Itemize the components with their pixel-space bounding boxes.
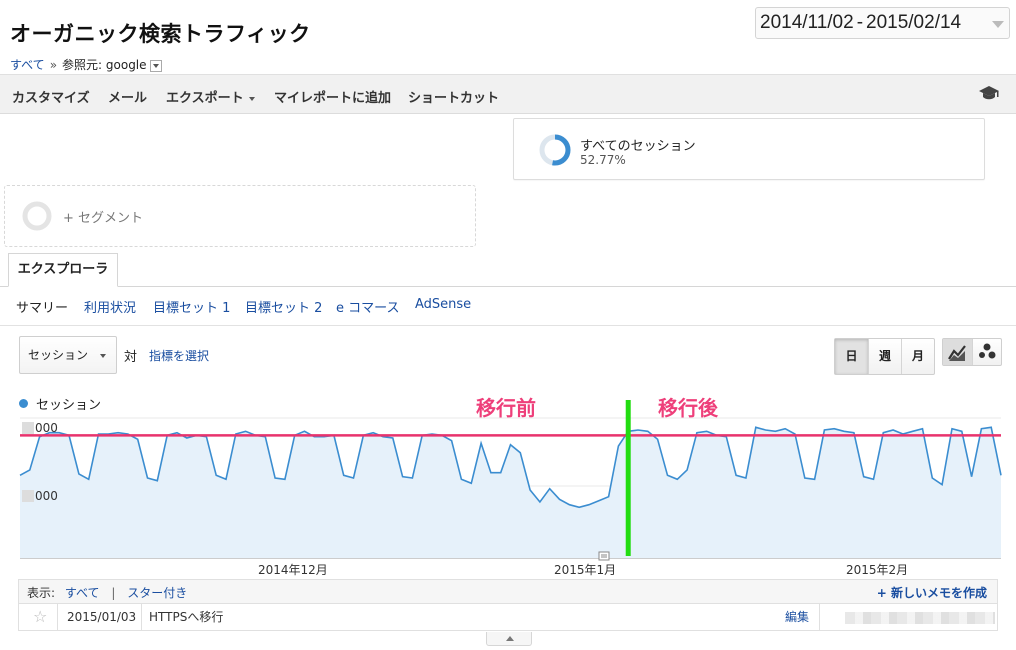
line-chart-icon bbox=[948, 345, 966, 361]
metric-select-value: セッション bbox=[28, 348, 89, 362]
tab-bar-divider bbox=[0, 286, 1016, 287]
subtab-usage[interactable]: 利用状況 bbox=[84, 297, 136, 316]
annotation-marker-icon[interactable] bbox=[598, 551, 610, 561]
y-tick-label: 000 bbox=[22, 421, 58, 435]
report-toolbar: カスタマイズ メール エクスポート マイレポートに追加 ショートカット bbox=[0, 74, 1016, 114]
granularity-day-button[interactable]: 日 bbox=[835, 339, 868, 374]
subtab-summary[interactable]: サマリー bbox=[16, 297, 68, 316]
versus-label: 対 bbox=[124, 350, 138, 365]
granularity-week-button[interactable]: 週 bbox=[868, 339, 901, 374]
x-tick-label: 2014年12月 bbox=[258, 563, 328, 577]
filter-dropdown-icon[interactable] bbox=[149, 59, 162, 72]
note-text: HTTPSへ移行 bbox=[149, 610, 224, 624]
y-tick-label: 000 bbox=[22, 489, 58, 503]
redaction-mask bbox=[22, 490, 34, 502]
bubble-chart-icon bbox=[979, 343, 996, 359]
breadcrumb-separator: » bbox=[49, 58, 58, 72]
subtab-adsense[interactable]: AdSense bbox=[415, 297, 471, 312]
add-segment-button[interactable]: + セグメント bbox=[4, 185, 476, 247]
line-chart-button[interactable] bbox=[943, 339, 972, 365]
annotations-toolbar: 表示: すべて | スター付き + 新しいメモを作成 bbox=[18, 579, 998, 603]
note-date: 2015/01/03 bbox=[67, 610, 137, 624]
email-button[interactable]: メール bbox=[108, 87, 147, 106]
chart-type-toggle bbox=[942, 338, 1002, 366]
granularity-toggle: 日 週 月 bbox=[834, 338, 935, 375]
create-note-button[interactable]: + 新しいメモを作成 bbox=[877, 584, 987, 601]
notes-show-label: 表示: bbox=[27, 586, 56, 600]
notes-filter: 表示: すべて | スター付き bbox=[27, 584, 187, 601]
date-separator: - bbox=[856, 12, 864, 33]
export-label: エクスポート bbox=[166, 91, 244, 106]
motion-chart-button[interactable] bbox=[972, 339, 1001, 365]
collapse-annotations-button[interactable] bbox=[486, 632, 532, 646]
add-segment-label: + セグメント bbox=[63, 211, 144, 226]
date-end: 2015/02/14 bbox=[866, 12, 962, 33]
notes-filter-all[interactable]: すべて bbox=[65, 586, 100, 600]
chevron-down-icon bbox=[992, 21, 1004, 28]
edit-note-link[interactable]: 編集 bbox=[785, 604, 809, 630]
empty-segment-ring-icon bbox=[22, 201, 52, 231]
add-dashboard-button[interactable]: マイレポートに追加 bbox=[274, 87, 391, 106]
breadcrumb-filter: 参照元: google bbox=[62, 58, 147, 72]
shortcut-button[interactable]: ショートカット bbox=[408, 87, 499, 106]
chevron-down-icon bbox=[248, 96, 255, 101]
breadcrumb-all-link[interactable]: すべて bbox=[10, 58, 45, 72]
divider bbox=[0, 325, 1016, 326]
subtab-goal-set-1[interactable]: 目標セット 1 bbox=[153, 297, 230, 316]
notes-filter-starred[interactable]: スター付き bbox=[127, 586, 187, 600]
select-metric-link[interactable]: 指標を選択 bbox=[149, 347, 209, 364]
x-tick-label: 2015年1月 bbox=[554, 563, 617, 577]
segment-name: すべてのセッション bbox=[580, 139, 696, 154]
annotation-after-label: 移行後 bbox=[658, 396, 718, 420]
graduation-cap-icon[interactable] bbox=[978, 85, 1000, 101]
redacted-author bbox=[845, 612, 995, 624]
subtab-ecommerce[interactable]: e コマース bbox=[336, 297, 399, 316]
date-range-picker[interactable]: 2014/11/02-2015/02/14 bbox=[755, 7, 1010, 39]
breadcrumb: すべて » 参照元: google bbox=[10, 56, 162, 73]
sessions-line-chart[interactable] bbox=[0, 400, 1016, 576]
customize-button[interactable]: カスタマイズ bbox=[12, 87, 90, 106]
chevron-down-icon bbox=[100, 354, 106, 358]
x-tick-label: 2015年2月 bbox=[846, 563, 909, 577]
tab-explorer[interactable]: エクスプローラ bbox=[8, 253, 118, 287]
note-row: ☆ 2015/01/03 HTTPSへ移行 編集 bbox=[18, 603, 998, 631]
date-start: 2014/11/02 bbox=[760, 12, 854, 33]
segment-ring-icon bbox=[539, 134, 571, 166]
redaction-mask bbox=[22, 422, 34, 434]
notes-separator: | bbox=[111, 586, 116, 600]
granularity-month-button[interactable]: 月 bbox=[901, 339, 934, 374]
star-icon[interactable]: ☆ bbox=[33, 604, 47, 630]
annotation-before-label: 移行前 bbox=[476, 396, 536, 420]
segment-percentage: 52.77% bbox=[580, 153, 626, 167]
export-button[interactable]: エクスポート bbox=[166, 87, 255, 106]
segment-all-sessions[interactable]: すべてのセッション 52.77% bbox=[513, 118, 985, 180]
metric-select[interactable]: セッション bbox=[19, 336, 117, 374]
page-title: オーガニック検索トラフィック bbox=[10, 22, 311, 46]
subtab-goal-set-2[interactable]: 目標セット 2 bbox=[245, 297, 322, 316]
